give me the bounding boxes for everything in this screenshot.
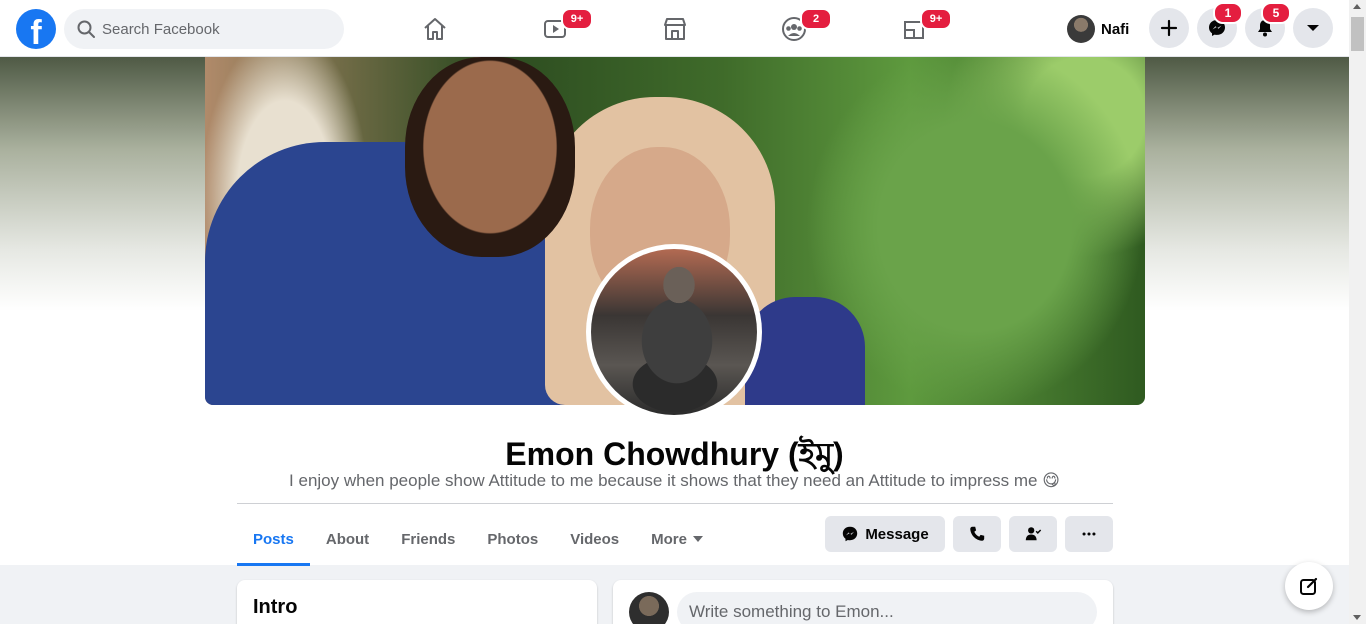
profile-picture[interactable] — [591, 249, 757, 415]
caret-down-icon — [692, 536, 703, 542]
cover-figure — [745, 297, 865, 405]
scroll-thumb[interactable] — [1351, 17, 1364, 51]
new-message-button[interactable] — [1285, 562, 1333, 610]
search-box[interactable] — [64, 9, 344, 49]
tab-videos[interactable]: Videos — [554, 513, 635, 565]
nav-groups[interactable]: 2 — [738, 8, 850, 50]
message-button[interactable]: Message — [825, 516, 945, 552]
notifications-button[interactable]: 5 — [1245, 2, 1291, 48]
call-button[interactable] — [953, 516, 1001, 552]
tab-label: Photos — [487, 530, 539, 548]
header-divider — [237, 503, 1113, 504]
scroll-down-arrow[interactable] — [1353, 615, 1361, 620]
plus-icon — [1160, 19, 1178, 37]
profile-name: Nafi — [1101, 20, 1130, 38]
store-icon — [664, 18, 686, 40]
compose-icon — [1300, 577, 1318, 595]
nav-watch[interactable]: 9+ — [499, 8, 611, 50]
messenger-button[interactable]: 1 — [1197, 2, 1243, 48]
top-navigation-bar: f 9+ 2 9+ Nafi 1 5 — [0, 0, 1349, 57]
avatar[interactable] — [629, 592, 669, 624]
watch-badge: 9+ — [561, 8, 593, 30]
tab-label: About — [325, 530, 370, 548]
chevron-down-icon — [1307, 25, 1319, 31]
account-menu-button[interactable] — [1293, 8, 1333, 48]
nav-home[interactable] — [379, 8, 491, 50]
home-icon — [424, 18, 446, 40]
tab-label: Videos — [570, 530, 620, 548]
logo-letter: f — [30, 14, 42, 49]
more-options-button[interactable] — [1065, 516, 1113, 552]
notifications-badge: 5 — [1261, 2, 1291, 24]
profile-actions: Message — [825, 516, 1113, 552]
post-composer: Write something to Emon... — [613, 580, 1113, 624]
profile-header: Emon Chowdhury (ইমু) I enjoy when people… — [0, 57, 1349, 566]
intro-card: Intro — [237, 580, 597, 624]
phone-icon — [970, 526, 985, 541]
search-icon — [77, 20, 95, 38]
friend-check-icon — [1025, 527, 1042, 541]
tab-about[interactable]: About — [310, 513, 385, 565]
nav-marketplace[interactable] — [619, 8, 731, 50]
ellipsis-icon — [1082, 532, 1096, 536]
tab-posts[interactable]: Posts — [237, 513, 310, 566]
scroll-up-arrow[interactable] — [1353, 4, 1361, 9]
create-button[interactable] — [1149, 8, 1189, 48]
avatar — [1067, 15, 1095, 43]
message-button-label: Message — [865, 525, 929, 543]
groups-badge: 2 — [800, 8, 832, 30]
tab-photos[interactable]: Photos — [471, 513, 554, 565]
gaming-badge: 9+ — [920, 8, 952, 30]
composer-input[interactable]: Write something to Emon... — [677, 592, 1097, 624]
facebook-logo[interactable]: f — [16, 9, 56, 49]
profile-bio: I enjoy when people show Attitude to me … — [289, 471, 1060, 490]
tab-label: Posts — [253, 530, 294, 548]
page-scrollbar[interactable] — [1349, 0, 1366, 624]
messenger-icon — [843, 526, 858, 542]
nav-gaming[interactable]: 9+ — [858, 8, 970, 50]
cover-figure — [405, 57, 575, 257]
search-input[interactable] — [102, 20, 322, 38]
profile-shortcut[interactable]: Nafi — [1064, 12, 1135, 46]
friends-status-button[interactable] — [1009, 516, 1057, 552]
profile-tabs: Posts About Friends Photos Videos More — [237, 513, 719, 566]
intro-title: Intro — [253, 596, 298, 618]
tab-more[interactable]: More — [635, 513, 719, 565]
tab-label: More — [651, 530, 687, 548]
tab-friends[interactable]: Friends — [385, 513, 471, 565]
messenger-badge: 1 — [1213, 2, 1243, 24]
tab-label: Friends — [401, 530, 456, 548]
